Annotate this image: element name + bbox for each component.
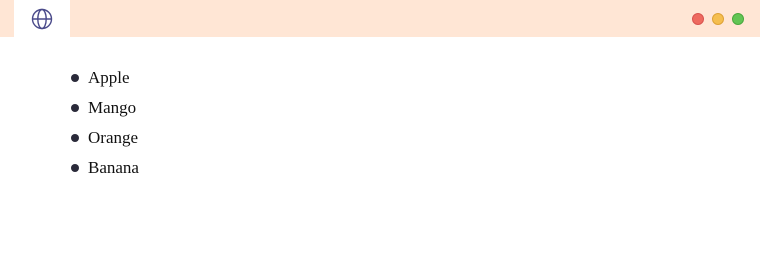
page-content: Apple Mango Orange Banana xyxy=(0,37,760,262)
bullet-icon xyxy=(71,134,79,142)
list-item: Apple xyxy=(71,63,139,93)
minimize-window-button[interactable] xyxy=(712,13,724,25)
maximize-window-button[interactable] xyxy=(732,13,744,25)
list-item: Mango xyxy=(71,93,139,123)
title-bar xyxy=(0,0,760,37)
close-window-button[interactable] xyxy=(692,13,704,25)
list-item-label: Apple xyxy=(88,68,130,87)
browser-window: Apple Mango Orange Banana xyxy=(0,0,760,262)
fruit-list: Apple Mango Orange Banana xyxy=(71,63,139,183)
globe-icon xyxy=(31,8,53,29)
bullet-icon xyxy=(71,164,79,172)
list-item: Orange xyxy=(71,123,139,153)
list-item: Banana xyxy=(71,153,139,183)
list-item-label: Orange xyxy=(88,128,139,147)
list-item-label: Banana xyxy=(88,158,139,177)
bullet-icon xyxy=(71,104,79,112)
window-controls xyxy=(692,13,744,25)
browser-tab[interactable] xyxy=(14,0,70,37)
list-item-label: Mango xyxy=(88,98,137,117)
bullet-icon xyxy=(71,74,79,82)
